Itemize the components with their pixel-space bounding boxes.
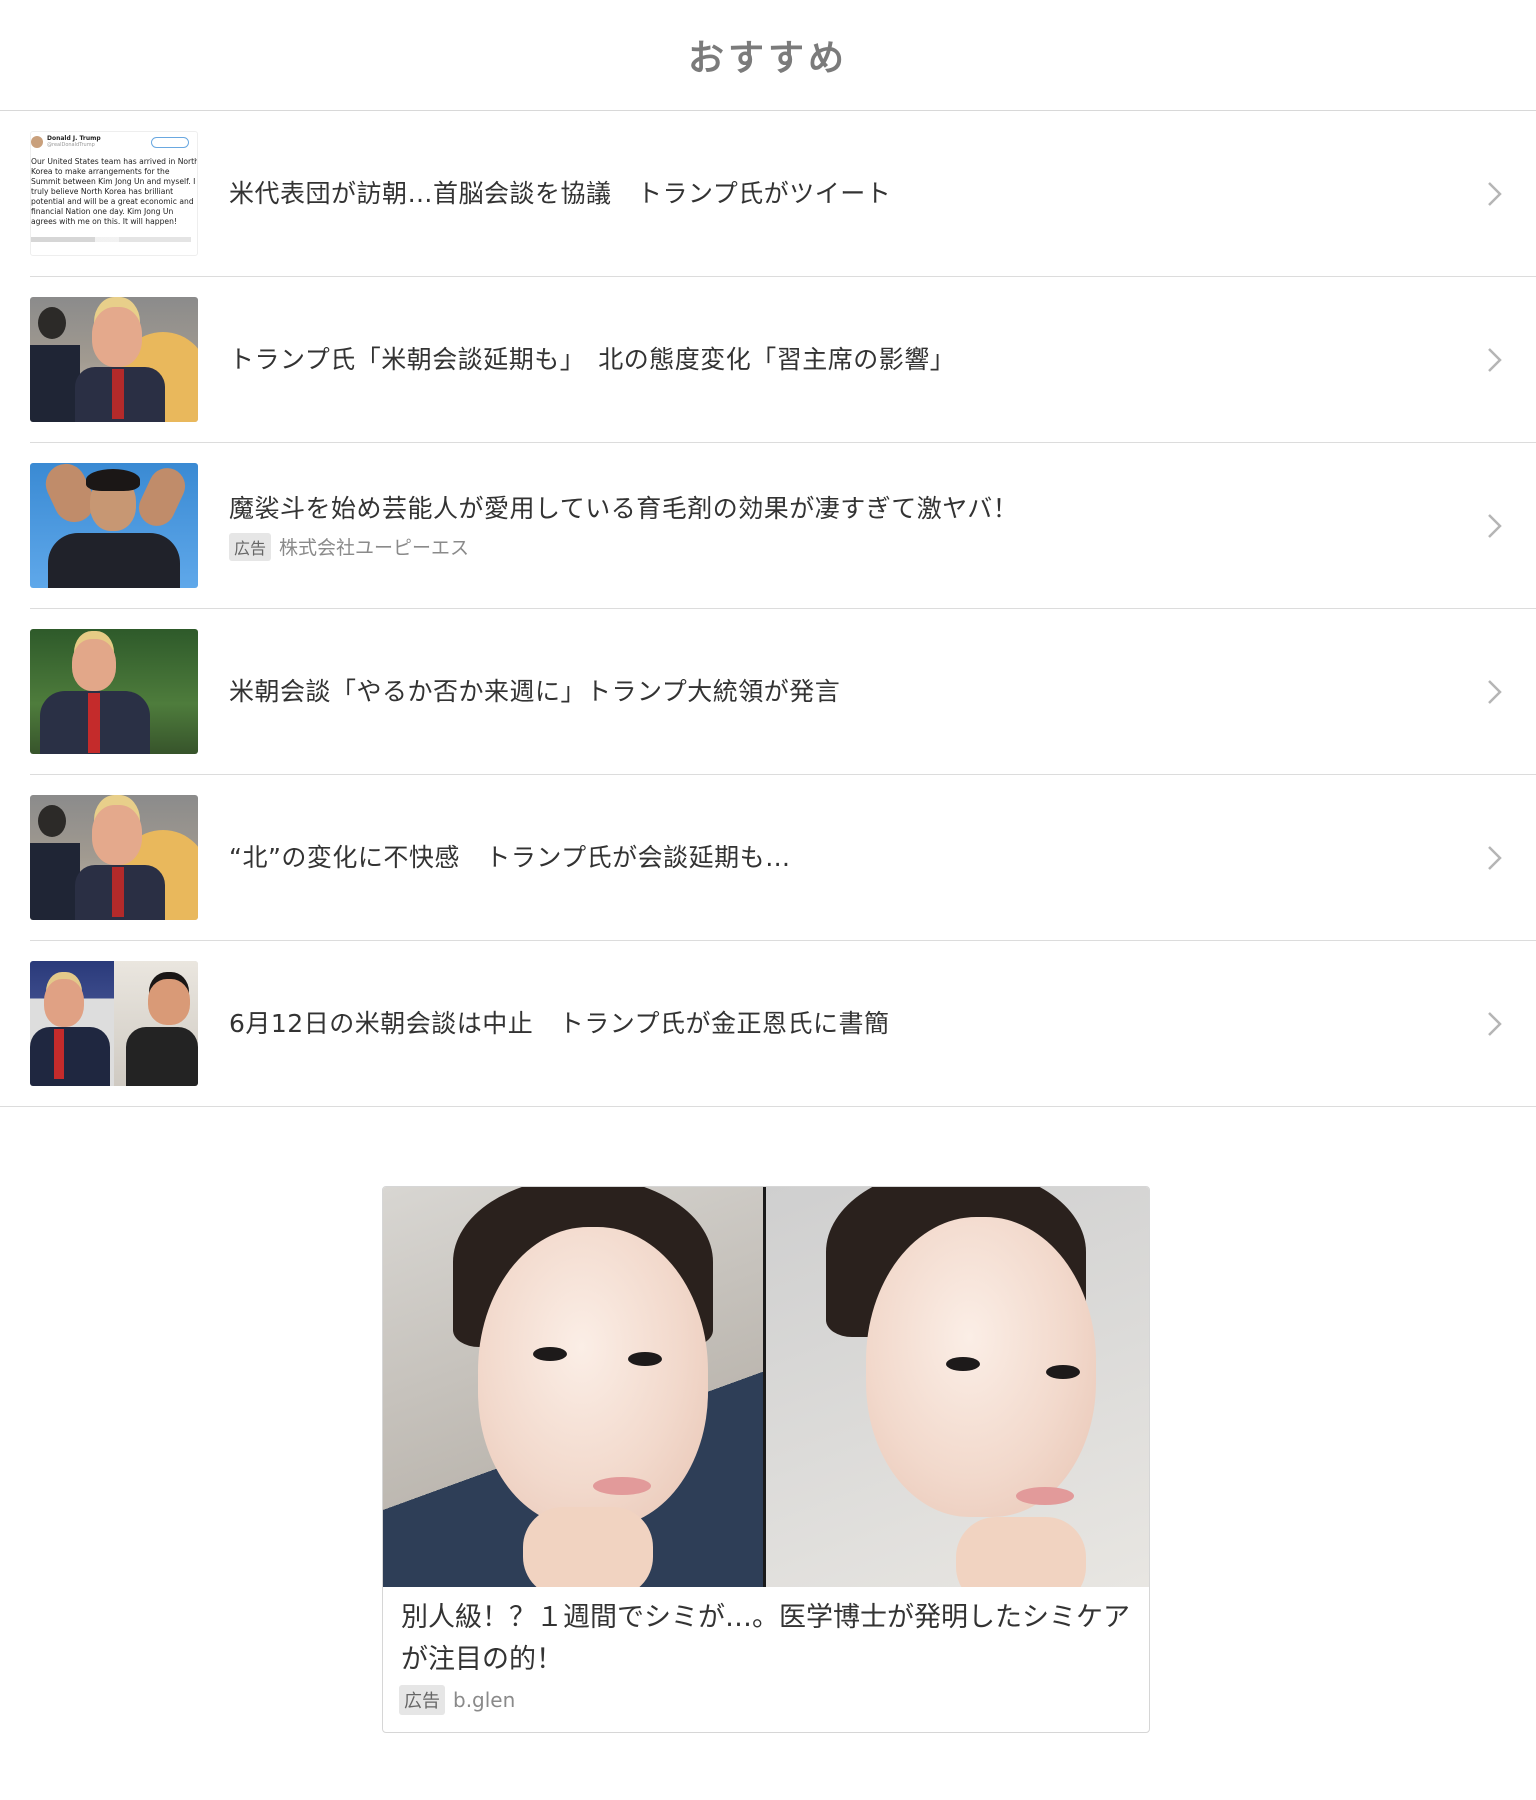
- tweet-author: Donald J. Trump: [47, 135, 101, 142]
- chevron-right-icon: [1488, 181, 1502, 206]
- sponsored-ad-card[interactable]: 別人級！？１週間でシミが…。医学博士が発明したシミケアが注目の的！ 広告 b.g…: [382, 1186, 1150, 1733]
- chevron-right-icon: [1488, 513, 1502, 538]
- list-item[interactable]: 6月12日の米朝会談は中止 トランプ氏が金正恩氏に書簡: [0, 941, 1536, 1107]
- tweet-text: Our United States team has arrived in No…: [31, 157, 198, 226]
- list-item[interactable]: 魔裟斗を始め芸能人が愛用している育毛剤の効果が凄すぎて激ヤバ！ 広告 株式会社ユ…: [30, 443, 1536, 609]
- avatar: [31, 136, 43, 148]
- tweet-handle: @realDonaldTrump: [47, 142, 95, 148]
- tweet-footer: [31, 237, 191, 242]
- chevron-right-icon: [1488, 1011, 1502, 1036]
- ad-image-before: [383, 1187, 766, 1587]
- article-thumbnail: [30, 795, 198, 920]
- section-title: おすすめ: [687, 38, 848, 79]
- recommended-list: Donald J. Trump @realDonaldTrump Our Uni…: [0, 111, 1536, 1107]
- ad-title: 別人級！？１週間でシミが…。医学博士が発明したシミケアが注目の的！: [401, 1602, 1130, 1675]
- chevron-right-icon: [1488, 347, 1502, 372]
- follow-button-image: [151, 137, 189, 148]
- ad-badge: 広告: [399, 1685, 445, 1715]
- article-title: 6月12日の米朝会談は中止 トランプ氏が金正恩氏に書簡: [229, 1008, 890, 1038]
- ad-image: [383, 1187, 1149, 1587]
- article-title: 米朝会談「やるか否か来週に」トランプ大統領が発言: [229, 676, 841, 706]
- ad-badge: 広告: [229, 532, 272, 561]
- list-item[interactable]: 米朝会談「やるか否か来週に」トランプ大統領が発言: [30, 609, 1536, 775]
- list-item[interactable]: トランプ氏「米朝会談延期も」 北の態度変化「習主席の影響」: [30, 277, 1536, 443]
- article-thumbnail: [30, 629, 198, 754]
- article-title: 魔裟斗を始め芸能人が愛用している育毛剤の効果が凄すぎて激ヤバ！: [229, 493, 1019, 523]
- article-title: 米代表団が訪朝…首脳会談を協議 トランプ氏がツイート: [229, 178, 892, 208]
- sponsor-name: 株式会社ユーピーエス: [279, 537, 470, 559]
- article-thumbnail: [30, 463, 198, 588]
- list-item[interactable]: Donald J. Trump @realDonaldTrump Our Uni…: [30, 111, 1536, 277]
- section-header: おすすめ: [0, 0, 1536, 111]
- ad-image-after: [766, 1187, 1149, 1587]
- article-thumbnail: [30, 961, 198, 1086]
- article-thumbnail: [30, 297, 198, 422]
- chevron-right-icon: [1488, 679, 1502, 704]
- article-thumbnail: Donald J. Trump @realDonaldTrump Our Uni…: [30, 131, 198, 256]
- sponsor-name: b.glen: [453, 1688, 516, 1712]
- article-title: “北”の変化に不快感 トランプ氏が会談延期も…: [229, 842, 791, 872]
- article-title: トランプ氏「米朝会談延期も」 北の態度変化「習主席の影響」: [229, 344, 956, 374]
- chevron-right-icon: [1488, 845, 1502, 870]
- list-item[interactable]: “北”の変化に不快感 トランプ氏が会談延期も…: [30, 775, 1536, 941]
